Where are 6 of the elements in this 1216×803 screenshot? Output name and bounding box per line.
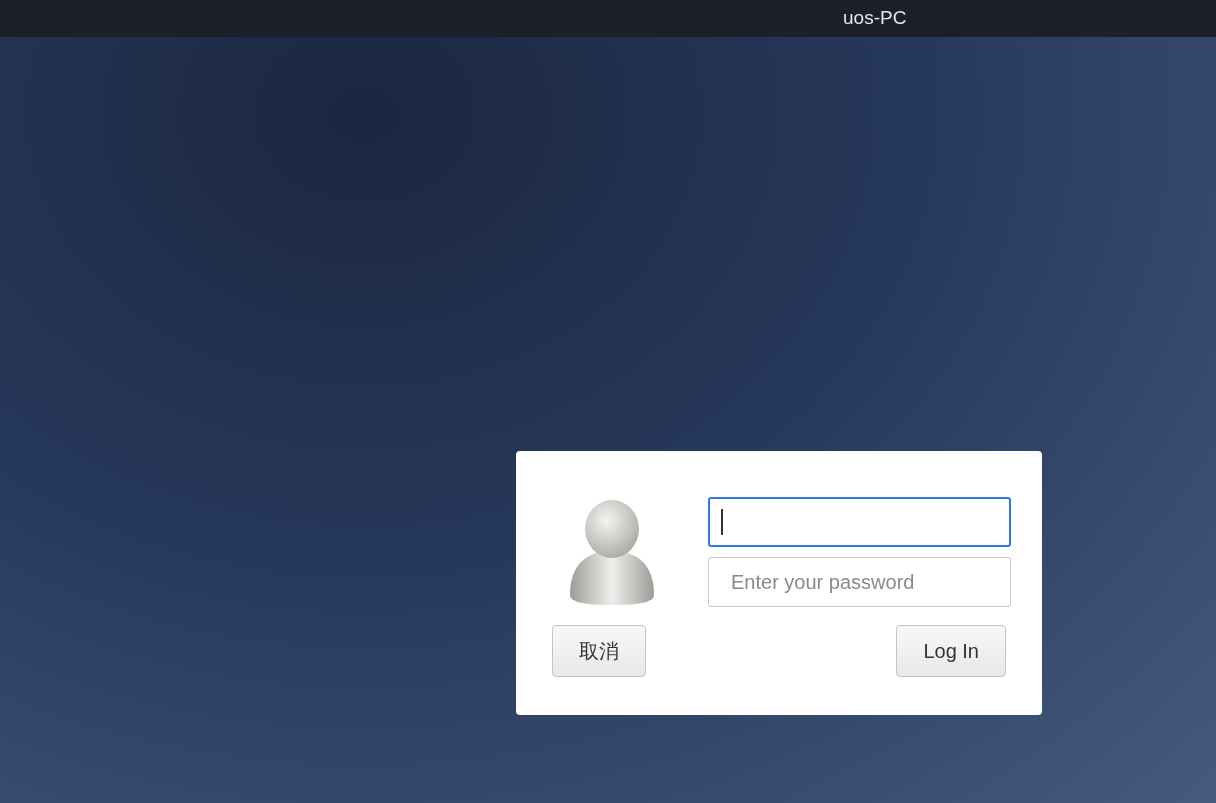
text-cursor (721, 509, 723, 535)
input-field[interactable]: Enter your password (708, 557, 1011, 607)
dialog-button[interactable]: Log In (896, 625, 1006, 677)
host-name: uos-PC (843, 6, 907, 31)
input-field[interactable] (708, 497, 1011, 547)
dialog-button[interactable]: 取消 (552, 625, 646, 677)
